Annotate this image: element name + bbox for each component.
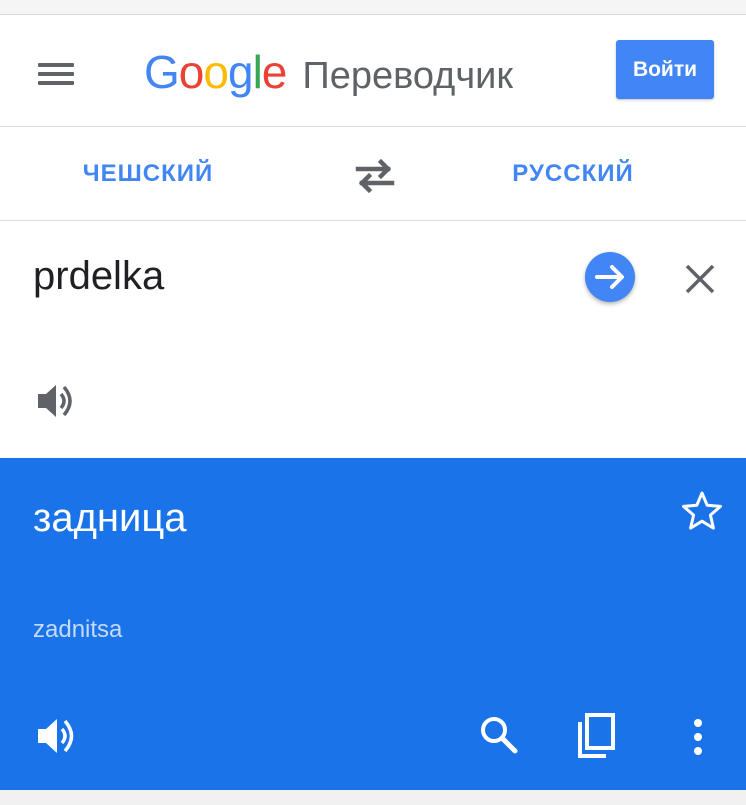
transliteration-text: zadnitsa — [33, 616, 123, 643]
arrow-right-icon[interactable] — [585, 252, 635, 302]
logo-letter: G — [144, 46, 180, 98]
google-logo: Google — [144, 45, 288, 99]
app-logo: Google Переводчик — [144, 45, 513, 98]
hamburger-menu-icon[interactable] — [34, 57, 78, 91]
target-language-button[interactable]: РУССКИЙ — [453, 127, 693, 220]
logo-letter: l — [252, 46, 263, 98]
more-vert-icon[interactable] — [684, 716, 712, 758]
signin-button[interactable]: Войти — [616, 40, 714, 99]
logo-letter: g — [227, 46, 254, 98]
source-input-area[interactable]: prdelka — [0, 221, 746, 458]
star-outline-icon[interactable] — [680, 490, 724, 532]
translation-result-card: задница zadnitsa — [0, 458, 746, 790]
logo-letter: e — [261, 46, 288, 98]
logo-letter: o — [203, 46, 229, 98]
source-text[interactable]: prdelka — [33, 254, 164, 299]
product-name: Переводчик — [302, 55, 513, 97]
speaker-icon[interactable] — [36, 381, 80, 421]
translated-text: задница — [33, 496, 187, 540]
copy-icon[interactable] — [574, 712, 618, 760]
bottom-strip — [0, 790, 746, 805]
swap-arrows-icon[interactable] — [350, 153, 400, 197]
app-header: Google Переводчик Войти — [0, 15, 746, 127]
language-bar: ЧЕШСКИЙ РУССКИЙ — [0, 127, 746, 221]
top-strip — [0, 0, 746, 15]
speaker-icon[interactable] — [36, 715, 82, 757]
search-icon[interactable] — [478, 714, 520, 756]
logo-letter: o — [178, 46, 205, 98]
source-language-button[interactable]: ЧЕШСКИЙ — [28, 127, 268, 220]
close-icon[interactable] — [680, 259, 720, 299]
